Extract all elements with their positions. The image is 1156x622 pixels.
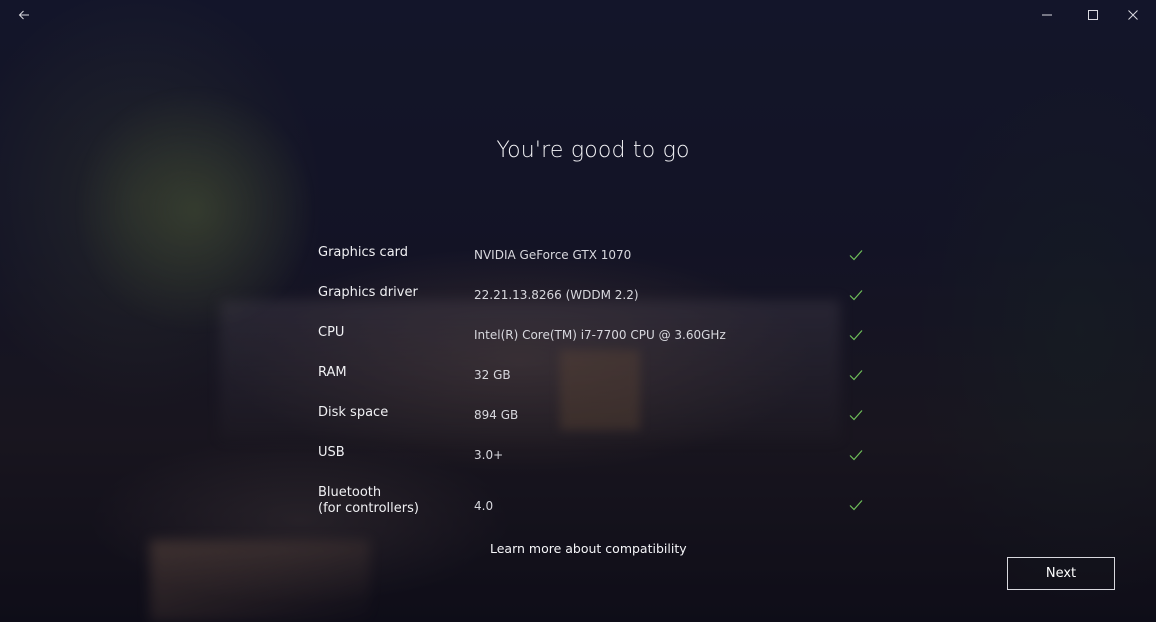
check-icon [849, 410, 863, 421]
spec-value: 4.0 [474, 499, 494, 513]
spec-row-usb: USB 3.0+ [318, 443, 878, 483]
spec-label: Bluetooth (for controllers) [318, 485, 419, 517]
spec-value: 32 GB [474, 368, 511, 382]
learn-more-link[interactable]: Learn more about compatibility [490, 541, 687, 556]
spec-label: USB [318, 445, 345, 460]
spec-label-main: Bluetooth [318, 485, 382, 500]
check-icon [849, 290, 863, 301]
back-button[interactable] [4, 0, 44, 30]
spec-label: RAM [318, 365, 347, 380]
check-icon [849, 450, 863, 461]
spec-value: 3.0+ [474, 448, 504, 462]
spec-value: NVIDIA GeForce GTX 1070 [474, 248, 632, 262]
check-icon [849, 500, 863, 511]
app-window: You're good to go Graphics card NVIDIA G… [0, 0, 1156, 622]
close-button[interactable] [1110, 0, 1156, 30]
spec-row-bluetooth: Bluetooth (for controllers) 4.0 [318, 483, 878, 527]
spec-row-cpu: CPU Intel(R) Core(TM) i7-7700 CPU @ 3.60… [318, 323, 878, 363]
close-icon [1128, 10, 1138, 20]
spec-label: Disk space [318, 405, 389, 420]
minimize-button[interactable] [1024, 0, 1070, 30]
page-title: You're good to go [496, 138, 690, 163]
spec-row-ram: RAM 32 GB [318, 363, 878, 403]
spec-value: 894 GB [474, 408, 519, 422]
spec-row-graphics-card: Graphics card NVIDIA GeForce GTX 1070 [318, 243, 878, 283]
compatibility-table: Graphics card NVIDIA GeForce GTX 1070 Gr… [318, 243, 878, 527]
back-arrow-icon [18, 10, 29, 20]
next-button[interactable]: Next [1007, 557, 1115, 590]
title-bar [0, 0, 1156, 30]
check-icon [849, 250, 863, 261]
spec-row-graphics-driver: Graphics driver 22.21.13.8266 (WDDM 2.2) [318, 283, 878, 323]
minimize-icon [1042, 14, 1052, 16]
spec-value: Intel(R) Core(TM) i7-7700 CPU @ 3.60GHz [474, 328, 726, 342]
maximize-icon [1088, 10, 1098, 20]
spec-row-disk-space: Disk space 894 GB [318, 403, 878, 443]
check-icon [849, 330, 863, 341]
spec-value: 22.21.13.8266 (WDDM 2.2) [474, 288, 639, 302]
spec-label: Graphics driver [318, 285, 418, 300]
spec-label-sub: (for controllers) [318, 501, 419, 516]
spec-label: CPU [318, 325, 345, 340]
check-icon [849, 370, 863, 381]
spec-label: Graphics card [318, 245, 409, 260]
